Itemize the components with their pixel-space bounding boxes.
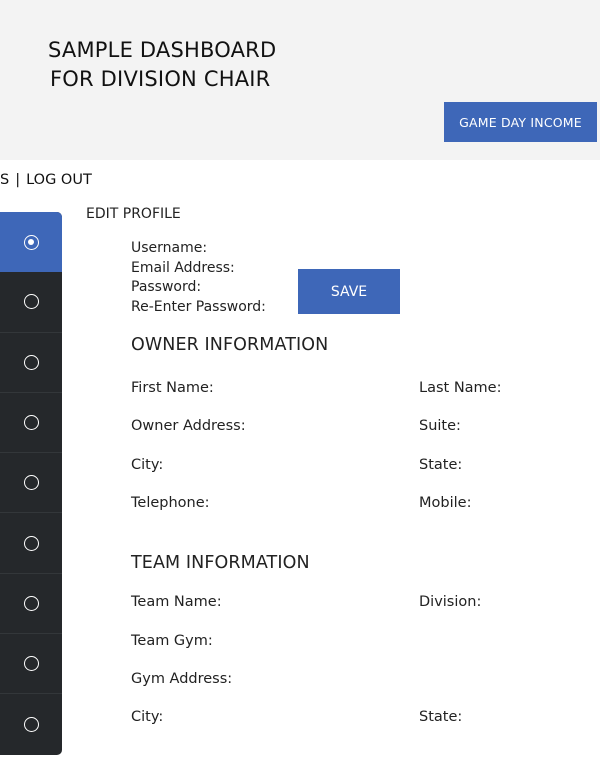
radio-selected-icon [23, 234, 39, 250]
top-nav: S | LOG OUT [0, 172, 92, 188]
radio-icon [23, 656, 39, 672]
radio-icon [23, 294, 39, 310]
radio-icon [23, 475, 39, 491]
telephone-label: Telephone: [131, 495, 210, 511]
team-city-label: City: [131, 709, 164, 725]
team-information-heading: TEAM INFORMATION [131, 553, 310, 573]
gym-address-label: Gym Address: [131, 671, 233, 687]
logout-link[interactable]: LOG OUT [26, 172, 92, 188]
reenter-password-label: Re-Enter Password: [131, 298, 266, 315]
edit-profile-label: EDIT PROFILE [86, 206, 181, 222]
save-button[interactable]: SAVE [298, 269, 400, 314]
header: SAMPLE DASHBOARD FOR DIVISION CHAIR GAME… [0, 0, 600, 160]
page-title-line1: SAMPLE DASHBOARD [48, 38, 277, 62]
sidebar-item-2[interactable] [0, 272, 62, 333]
sidebar [0, 212, 62, 755]
sidebar-item-8[interactable] [0, 634, 62, 695]
owner-address-label: Owner Address: [131, 418, 246, 434]
first-name-label: First Name: [131, 380, 214, 396]
game-day-income-button[interactable]: GAME DAY INCOME [444, 102, 597, 142]
team-state-label: State: [419, 709, 463, 725]
account-fields: Username: Email Address: Password: Re-En… [131, 239, 266, 317]
page-title-line2: FOR DIVISION CHAIR [50, 67, 271, 91]
radio-icon [23, 595, 39, 611]
owner-city-label: City: [131, 457, 164, 473]
page-title: SAMPLE DASHBOARD FOR DIVISION CHAIR [48, 36, 276, 94]
radio-icon [23, 354, 39, 370]
last-name-label: Last Name: [419, 380, 502, 396]
suite-label: Suite: [419, 418, 461, 434]
radio-icon [23, 415, 39, 431]
radio-icon [23, 535, 39, 551]
sidebar-item-5[interactable] [0, 453, 62, 514]
sidebar-item-7[interactable] [0, 574, 62, 635]
division-label: Division: [419, 594, 482, 610]
owner-state-label: State: [419, 457, 463, 473]
radio-icon [23, 717, 39, 733]
sidebar-item-9[interactable] [0, 694, 62, 754]
sidebar-item-3[interactable] [0, 333, 62, 393]
sidebar-item-1[interactable] [0, 212, 62, 273]
email-label: Email Address: [131, 259, 235, 276]
sidebar-item-4[interactable] [0, 393, 62, 454]
username-label: Username: [131, 240, 208, 256]
password-label: Password: [131, 279, 202, 295]
team-name-label: Team Name: [131, 594, 222, 610]
sidebar-item-6[interactable] [0, 513, 62, 574]
nav-link-cut[interactable]: S [0, 172, 9, 188]
mobile-label: Mobile: [419, 495, 472, 511]
nav-separator: | [15, 172, 21, 188]
team-gym-label: Team Gym: [131, 633, 213, 649]
owner-information-heading: OWNER INFORMATION [131, 335, 329, 355]
